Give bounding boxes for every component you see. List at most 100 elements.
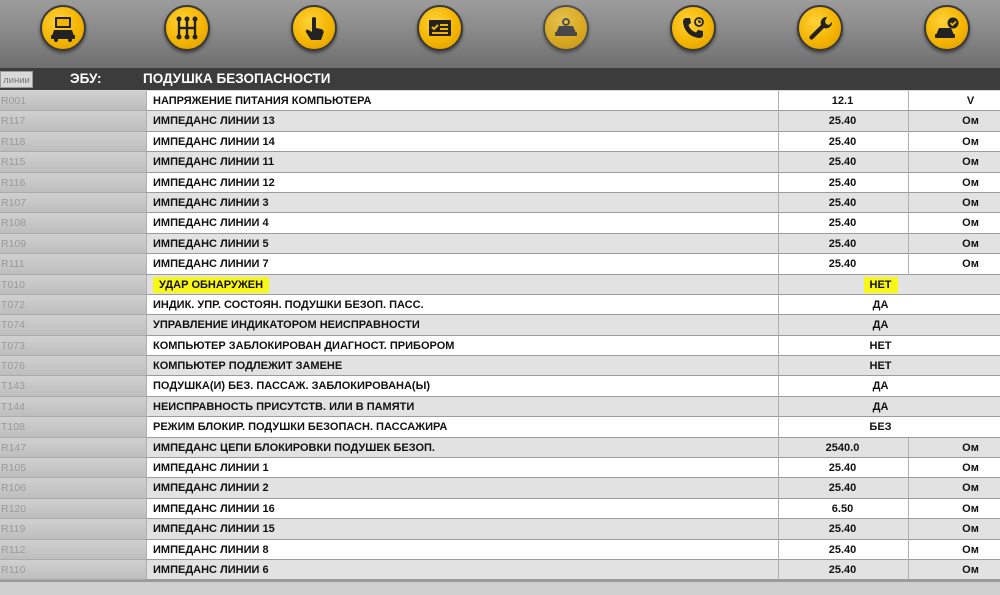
parameter-code: R118 — [0, 131, 146, 153]
table-row[interactable]: R107 ИМПЕДАНС ЛИНИИ 3 25.40 Ом — [0, 192, 1000, 214]
table-row[interactable]: R117 ИМПЕДАНС ЛИНИИ 13 25.40 Ом — [0, 111, 1000, 132]
parameter-name: РЕЖИМ БЛОКИР. ПОДУШКИ БЕЗОПАСН. ПАССАЖИР… — [146, 417, 778, 438]
footer-bar — [0, 580, 1000, 595]
parameter-name: ПОДУШКА(И) БЕЗ. ПАССАЖ. ЗАБЛОКИРОВАНА(Ы) — [146, 376, 778, 397]
table-row[interactable]: R001 НАПРЯЖЕНИЕ ПИТАНИЯ КОМПЬЮТЕРА 12.1 V — [0, 91, 1000, 112]
parameter-name: ИМПЕДАНС ЛИНИИ 11 — [146, 152, 778, 173]
car-diagnostic-screen-icon[interactable] — [40, 5, 86, 51]
parameter-value: 25.40 — [778, 478, 908, 499]
parameter-unit: Ом — [908, 519, 1000, 540]
parameter-unit: Ом — [908, 192, 1000, 214]
lines-tab[interactable]: линии — [0, 71, 33, 88]
parameter-unit: Ом — [908, 437, 1000, 459]
highlighted-name: УДАР ОБНАРУЖЕН — [153, 276, 270, 293]
parameter-code: R147 — [0, 437, 146, 459]
table-row[interactable]: R120 ИМПЕДАНС ЛИНИИ 16 6.50 Ом — [0, 498, 1000, 520]
parameter-name: УДАР ОБНАРУЖЕН — [146, 274, 778, 295]
touch-hand-icon[interactable] — [291, 5, 337, 51]
parameter-name: КОМПЬЮТЕР ЗАБЛОКИРОВАН ДИАГНОСТ. ПРИБОРО… — [146, 335, 778, 357]
table-row[interactable]: T074 УПРАВЛЕНИЕ ИНДИКАТОРОМ НЕИСПРАВНОСТИ… — [0, 315, 1000, 336]
parameter-value: 2540.0 — [778, 437, 908, 459]
parameter-name: ИМПЕДАНС ЛИНИИ 8 — [146, 539, 778, 560]
parameter-name: УПРАВЛЕНИЕ ИНДИКАТОРОМ НЕИСПРАВНОСТИ — [146, 315, 778, 336]
parameter-unit: Ом — [908, 559, 1000, 581]
table-row[interactable]: T073 КОМПЬЮТЕР ЗАБЛОКИРОВАН ДИАГНОСТ. ПРИ… — [0, 335, 1000, 357]
table-row[interactable]: R116 ИМПЕДАНС ЛИНИИ 12 25.40 Ом — [0, 172, 1000, 193]
car-check-icon[interactable] — [924, 5, 970, 51]
table-row[interactable]: R119 ИМПЕДАНС ЛИНИИ 15 25.40 Ом — [0, 519, 1000, 540]
parameter-state: БЕЗ — [778, 417, 1000, 438]
parameter-value: 6.50 — [778, 498, 908, 520]
table-row[interactable]: R110 ИМПЕДАНС ЛИНИИ 6 25.40 Ом — [0, 559, 1000, 581]
ecu-header: линии ЭБУ: ПОДУШКА БЕЗОПАСНОСТИ — [0, 68, 1000, 90]
parameter-code: R109 — [0, 233, 146, 255]
gearbox-icon[interactable] — [164, 5, 210, 51]
table-row[interactable]: R147 ИМПЕДАНС ЦЕПИ БЛОКИРОВКИ ПОДУШЕК БЕЗ… — [0, 437, 1000, 459]
parameter-code: R111 — [0, 254, 146, 275]
table-row[interactable]: R111 ИМПЕДАНС ЛИНИИ 7 25.40 Ом — [0, 254, 1000, 275]
parameter-code: R119 — [0, 519, 146, 540]
phone-support-icon[interactable] — [670, 5, 716, 51]
parameter-name: НЕИСПРАВНОСТЬ ПРИСУТСТВ. ИЛИ В ПАМЯТИ — [146, 396, 778, 418]
parameter-code: T074 — [0, 315, 146, 336]
parameter-unit: V — [908, 91, 1000, 112]
parameter-name: ИМПЕДАНС ЛИНИИ 3 — [146, 192, 778, 214]
table-row[interactable]: T010 УДАР ОБНАРУЖЕН НЕТ — [0, 274, 1000, 295]
parameter-code: R115 — [0, 152, 146, 173]
checklist-card-icon[interactable] — [417, 5, 463, 51]
parameter-state: НЕТ — [778, 356, 1000, 377]
parameter-name: ИМПЕДАНС ЛИНИИ 12 — [146, 172, 778, 193]
parameter-value: 12.1 — [778, 91, 908, 112]
parameter-name: ИМПЕДАНС ЛИНИИ 1 — [146, 458, 778, 479]
parameter-value: 25.40 — [778, 213, 908, 234]
parameter-code: R112 — [0, 539, 146, 560]
parameter-value: 25.40 — [778, 233, 908, 255]
ecu-name: ПОДУШКА БЕЗОПАСНОСТИ — [143, 71, 331, 86]
parameter-state: ДА — [778, 315, 1000, 336]
table-row[interactable]: T143 ПОДУШКА(И) БЕЗ. ПАССАЖ. ЗАБЛОКИРОВАН… — [0, 376, 1000, 397]
parameter-name: КОМПЬЮТЕР ПОДЛЕЖИТ ЗАМЕНЕ — [146, 356, 778, 377]
parameter-unit: Ом — [908, 172, 1000, 193]
parameter-state: ДА — [778, 396, 1000, 418]
parameter-name: ИМПЕДАНС ЛИНИИ 5 — [146, 233, 778, 255]
parameter-code: T108 — [0, 417, 146, 438]
car-sensor-icon[interactable] — [543, 5, 589, 51]
table-row[interactable]: R109 ИМПЕДАНС ЛИНИИ 5 25.40 Ом — [0, 233, 1000, 255]
parameter-unit: Ом — [908, 213, 1000, 234]
parameter-code: R105 — [0, 458, 146, 479]
parameter-unit: Ом — [908, 539, 1000, 560]
table-row[interactable]: R118 ИМПЕДАНС ЛИНИИ 14 25.40 Ом — [0, 131, 1000, 153]
wrench-icon[interactable] — [797, 5, 843, 51]
parameter-value: 25.40 — [778, 152, 908, 173]
parameter-unit: Ом — [908, 458, 1000, 479]
parameter-value: 25.40 — [778, 131, 908, 153]
table-row[interactable]: T072 ИНДИК. УПР. СОСТОЯН. ПОДУШКИ БЕЗОП. … — [0, 294, 1000, 316]
highlighted-state: НЕТ — [863, 276, 898, 293]
table-row[interactable]: R108 ИМПЕДАНС ЛИНИИ 4 25.40 Ом — [0, 213, 1000, 234]
parameter-state: НЕТ — [778, 274, 1000, 295]
parameter-code: T073 — [0, 335, 146, 357]
parameter-name: ИМПЕДАНС ЛИНИИ 4 — [146, 213, 778, 234]
parameter-name: ИМПЕДАНС ЛИНИИ 16 — [146, 498, 778, 520]
table-row[interactable]: R115 ИМПЕДАНС ЛИНИИ 11 25.40 Ом — [0, 152, 1000, 173]
parameter-code: R117 — [0, 111, 146, 132]
parameter-unit: Ом — [908, 498, 1000, 520]
table-row[interactable]: R106 ИМПЕДАНС ЛИНИИ 2 25.40 Ом — [0, 478, 1000, 499]
parameter-code: T010 — [0, 274, 146, 295]
parameter-code: T072 — [0, 294, 146, 316]
table-row[interactable]: T144 НЕИСПРАВНОСТЬ ПРИСУТСТВ. ИЛИ В ПАМЯТ… — [0, 396, 1000, 418]
parameter-name: ИНДИК. УПР. СОСТОЯН. ПОДУШКИ БЕЗОП. ПАСС… — [146, 294, 778, 316]
table-row[interactable]: R112 ИМПЕДАНС ЛИНИИ 8 25.40 Ом — [0, 539, 1000, 560]
parameter-name: ИМПЕДАНС ЛИНИИ 7 — [146, 254, 778, 275]
table-row[interactable]: R105 ИМПЕДАНС ЛИНИИ 1 25.40 Ом — [0, 458, 1000, 479]
parameter-name: ИМПЕДАНС ЛИНИИ 13 — [146, 111, 778, 132]
ecu-label: ЭБУ: — [70, 71, 102, 86]
parameter-name: ИМПЕДАНС ЛИНИИ 14 — [146, 131, 778, 153]
table-row[interactable]: T076 КОМПЬЮТЕР ПОДЛЕЖИТ ЗАМЕНЕ НЕТ — [0, 356, 1000, 377]
parameter-name: ИМПЕДАНС ЛИНИИ 15 — [146, 519, 778, 540]
table-row[interactable]: T108 РЕЖИМ БЛОКИР. ПОДУШКИ БЕЗОПАСН. ПАСС… — [0, 417, 1000, 438]
parameter-value: 25.40 — [778, 458, 908, 479]
parameter-value: 25.40 — [778, 111, 908, 132]
parameter-unit: Ом — [908, 233, 1000, 255]
parameter-unit: Ом — [908, 254, 1000, 275]
